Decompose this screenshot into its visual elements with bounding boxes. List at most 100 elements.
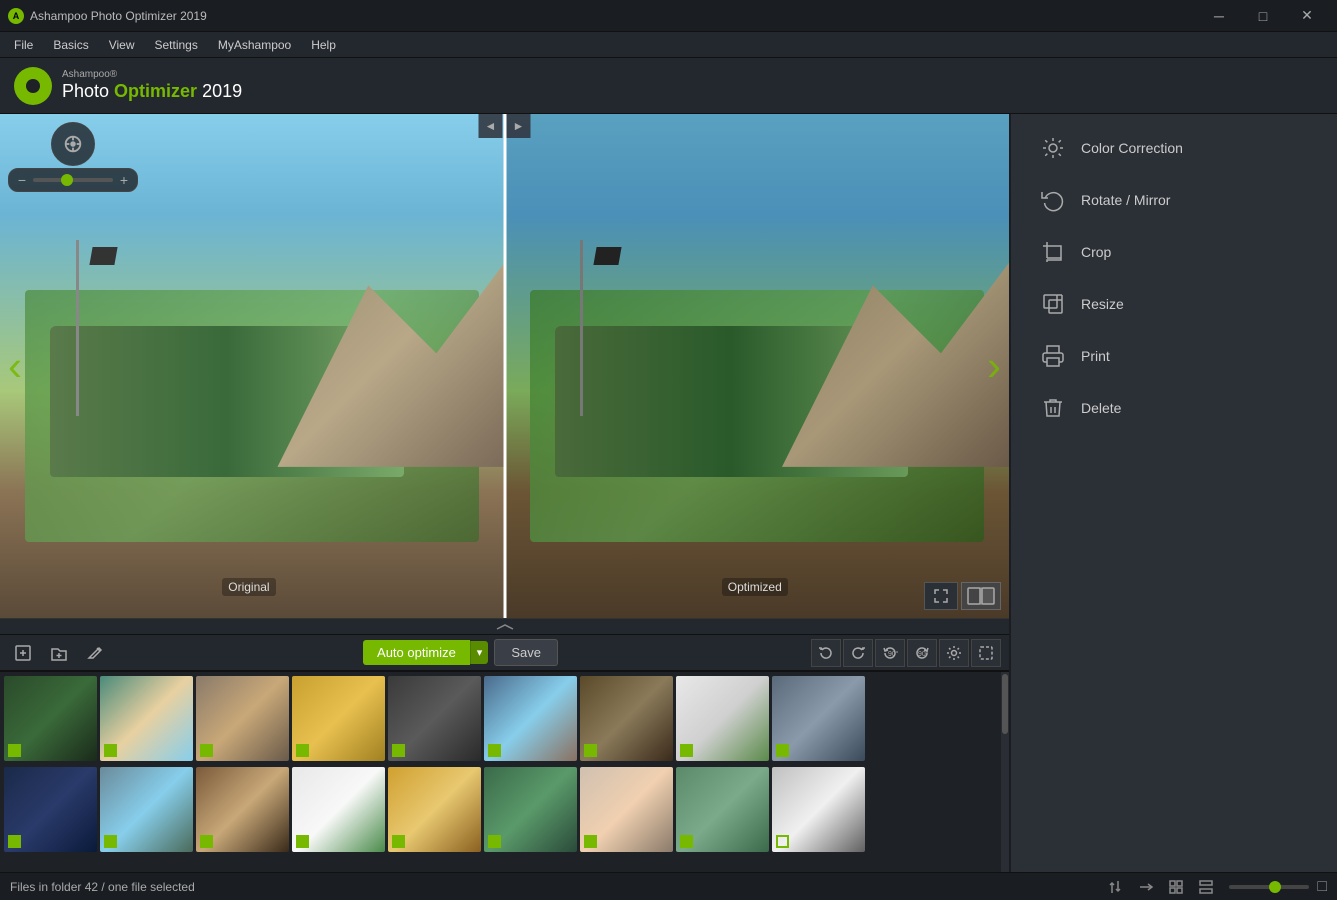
thumbnail-checkbox-1[interactable] <box>8 744 21 757</box>
thumbnail-row-2 <box>0 763 1009 854</box>
thumbnail-1[interactable] <box>4 676 97 761</box>
thumbnail-9[interactable] <box>772 676 865 761</box>
thumbnail-scrollbar[interactable] <box>1001 672 1009 872</box>
auto-optimize-button[interactable]: Auto optimize <box>363 640 470 665</box>
print-icon <box>1039 342 1067 370</box>
fit-icon[interactable] <box>1135 876 1157 898</box>
thumbnail-12[interactable] <box>196 767 289 852</box>
thumbnail-checkbox-4[interactable] <box>296 744 309 757</box>
zoom-minus[interactable]: − <box>15 172 29 188</box>
label-original: Original <box>222 578 275 596</box>
thumbnail-3[interactable] <box>196 676 289 761</box>
statusbar-text: Files in folder 42 / one file selected <box>10 880 195 894</box>
expand-view-button[interactable] <box>924 582 958 610</box>
tool-color-correction[interactable]: Color Correction <box>1019 124 1329 172</box>
next-image-button[interactable]: › <box>987 345 1001 387</box>
menubar: File Basics View Settings MyAshampoo Hel… <box>0 32 1337 58</box>
zoom-end-icon: □ <box>1317 878 1327 896</box>
maximize-button[interactable]: □ <box>1241 0 1285 32</box>
tool-delete[interactable]: Delete <box>1019 384 1329 432</box>
menu-settings[interactable]: Settings <box>144 32 207 57</box>
menu-basics[interactable]: Basics <box>43 32 98 57</box>
redo-undo-button[interactable] <box>843 639 873 667</box>
collapse-bar[interactable] <box>0 618 1009 634</box>
thumbnail-6[interactable] <box>484 676 577 761</box>
main: − + ‹ <box>0 114 1337 872</box>
rotate-cw-button[interactable]: 90° <box>907 639 937 667</box>
auto-optimize-dropdown[interactable]: ▾ <box>470 641 489 664</box>
resize-icon <box>1039 290 1067 318</box>
thumbnail-15[interactable] <box>484 767 577 852</box>
zoom-status-slider[interactable] <box>1229 885 1309 889</box>
add-folder-button[interactable] <box>44 638 74 668</box>
sort-icon[interactable] <box>1105 876 1127 898</box>
add-file-button[interactable] <box>8 638 38 668</box>
thumbnail-2[interactable] <box>100 676 193 761</box>
thumbnail-checkbox-12[interactable] <box>200 835 213 848</box>
thumbnail-8[interactable] <box>676 676 769 761</box>
thumbnail-7[interactable] <box>580 676 673 761</box>
tool-crop[interactable]: Crop <box>1019 228 1329 276</box>
thumbnail-16[interactable] <box>580 767 673 852</box>
logo: Ashampoo® Photo Optimizer 2019 <box>14 67 242 105</box>
thumbnail-checkbox-17[interactable] <box>680 835 693 848</box>
split-divider[interactable]: ◄ ► <box>503 114 506 618</box>
crop-icon <box>1039 238 1067 266</box>
tool-resize[interactable]: Resize <box>1019 280 1329 328</box>
tool-print[interactable]: Print <box>1019 332 1329 380</box>
photo-container: ◄ ► Original Optimized <box>0 114 1009 618</box>
zoom-status-thumb <box>1269 881 1281 893</box>
thumbnail-checkbox-13[interactable] <box>296 835 309 848</box>
list-view-icon[interactable] <box>1195 876 1217 898</box>
toolbar-center: Auto optimize ▾ Save <box>363 639 558 666</box>
thumbnail-17[interactable] <box>676 767 769 852</box>
thumbnail-checkbox-6[interactable] <box>488 744 501 757</box>
tool-rotate-mirror[interactable]: Rotate / Mirror <box>1019 176 1329 224</box>
thumbnail-checkbox-2[interactable] <box>104 744 117 757</box>
minimize-button[interactable]: ─ <box>1197 0 1241 32</box>
logo-icon <box>14 67 52 105</box>
save-button[interactable]: Save <box>494 639 558 666</box>
thumbnail-checkbox-14[interactable] <box>392 835 405 848</box>
label-optimized: Optimized <box>722 578 788 596</box>
viewer-image-wrapper: ‹ <box>0 114 1009 618</box>
menu-view[interactable]: View <box>99 32 145 57</box>
zoom-bar: − + <box>8 168 138 192</box>
thumbnail-11[interactable] <box>100 767 193 852</box>
thumbnail-4[interactable] <box>292 676 385 761</box>
thumbnail-14[interactable] <box>388 767 481 852</box>
viewer-toolbar: Auto optimize ▾ Save <box>0 634 1009 670</box>
undo-button[interactable] <box>811 639 841 667</box>
thumbnail-checkbox-5[interactable] <box>392 744 405 757</box>
batch-edit-button[interactable] <box>80 638 110 668</box>
prev-image-button[interactable]: ‹ <box>8 345 22 387</box>
rotate-mirror-label: Rotate / Mirror <box>1081 192 1170 208</box>
thumbnail-10[interactable] <box>4 767 97 852</box>
thumbnail-checkbox-7[interactable] <box>584 744 597 757</box>
thumbnail-checkbox-15[interactable] <box>488 835 501 848</box>
thumbnail-checkbox-3[interactable] <box>200 744 213 757</box>
selection-button[interactable] <box>971 639 1001 667</box>
app-icon: A <box>8 8 24 24</box>
thumbnail-checkbox-10[interactable] <box>8 835 21 848</box>
grid-view-icon[interactable] <box>1165 876 1187 898</box>
thumbnail-checkbox-8[interactable] <box>680 744 693 757</box>
thumbnail-18[interactable] <box>772 767 865 852</box>
thumbnail-checkbox-18[interactable] <box>776 835 789 848</box>
rotate-ccw-button[interactable]: 90° <box>875 639 905 667</box>
thumbnail-13[interactable] <box>292 767 385 852</box>
thumbnail-5[interactable] <box>388 676 481 761</box>
menu-help[interactable]: Help <box>301 32 346 57</box>
thumbnail-checkbox-11[interactable] <box>104 835 117 848</box>
settings-button[interactable] <box>939 639 969 667</box>
close-button[interactable]: ✕ <box>1285 0 1329 32</box>
zoom-pan-control[interactable] <box>51 122 95 166</box>
menu-file[interactable]: File <box>4 32 43 57</box>
split-view-button[interactable] <box>961 582 1001 610</box>
zoom-plus[interactable]: + <box>117 172 131 188</box>
thumbnail-checkbox-16[interactable] <box>584 835 597 848</box>
thumbnail-checkbox-9[interactable] <box>776 744 789 757</box>
logobar: Ashampoo® Photo Optimizer 2019 <box>0 58 1337 114</box>
zoom-slider[interactable] <box>33 178 113 182</box>
menu-myashampoo[interactable]: MyAshampoo <box>208 32 301 57</box>
